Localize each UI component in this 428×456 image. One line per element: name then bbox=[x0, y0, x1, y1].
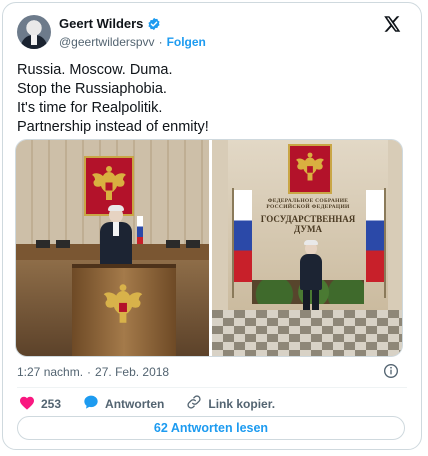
tweet-line: Russia. Moscow. Duma. bbox=[17, 62, 173, 78]
x-logo-icon[interactable] bbox=[384, 16, 401, 37]
handle-separator: · bbox=[158, 35, 163, 49]
russian-flag bbox=[366, 190, 384, 282]
divider bbox=[17, 387, 407, 388]
follow-button[interactable]: Folgen bbox=[167, 35, 206, 49]
action-bar: 253 Antworten Link kopier. bbox=[19, 394, 297, 413]
avatar[interactable] bbox=[17, 15, 51, 49]
tweet-date: 27. Feb. 2018 bbox=[95, 365, 170, 379]
sign-line: ГОСУДАРСТВЕННАЯ bbox=[260, 214, 356, 224]
duma-podium-photo[interactable] bbox=[16, 140, 209, 356]
double-headed-eagle-icon bbox=[296, 152, 324, 181]
red-banner bbox=[288, 144, 332, 194]
copy-link-label: Link kopier. bbox=[208, 396, 276, 411]
checkered-floor bbox=[212, 310, 402, 356]
person-hair bbox=[304, 240, 318, 245]
author-name-row: Geert Wilders bbox=[59, 16, 161, 31]
person-suit bbox=[300, 254, 322, 290]
speaker-shirt bbox=[113, 222, 119, 236]
monitor bbox=[166, 240, 180, 248]
verified-badge-icon bbox=[147, 17, 161, 31]
podium-eagle-icon bbox=[97, 282, 149, 334]
sign-line: ДУМА bbox=[294, 224, 322, 234]
monitor bbox=[36, 240, 50, 248]
author-display-name[interactable]: Geert Wilders bbox=[59, 16, 143, 31]
duma-lobby-photo[interactable]: ФЕДЕРАЛЬНОЕ СОБРАНИЕ РОССИЙСКОЙ ФЕДЕРАЦИ… bbox=[212, 140, 402, 356]
copy-link-button[interactable]: Link kopier. bbox=[186, 394, 275, 413]
column bbox=[388, 140, 402, 310]
sign-line: РОССИЙСКОЙ ФЕДЕРАЦИИ bbox=[266, 204, 350, 210]
reply-bubble-icon bbox=[83, 394, 99, 413]
tweet-line: Stop the Russiaphobia. bbox=[17, 81, 167, 97]
tweet-line: Partnership instead of enmity! bbox=[17, 119, 209, 135]
russian-flag bbox=[234, 190, 252, 282]
read-replies-button[interactable]: 62 Antworten lesen bbox=[17, 416, 405, 440]
tweet-line: It's time for Realpolitik. bbox=[17, 100, 163, 116]
flag-pole bbox=[384, 188, 386, 298]
tweet-card: Geert Wilders @geertwilderspvv · Folgen … bbox=[2, 2, 422, 450]
monitor bbox=[56, 240, 70, 248]
duma-sign: ФЕДЕРАЛЬНОЕ СОБРАНИЕ РОССИЙСКОЙ ФЕДЕРАЦИ… bbox=[242, 198, 374, 234]
tweet-media[interactable]: ФЕДЕРАЛЬНОЕ СОБРАНИЕ РОССИЙСКОЙ ФЕДЕРАЦИ… bbox=[15, 139, 403, 357]
column bbox=[212, 140, 228, 310]
author-handle-row: @geertwilderspvv · Folgen bbox=[59, 35, 206, 49]
timestamp-separator: · bbox=[87, 365, 92, 379]
info-icon[interactable] bbox=[383, 363, 399, 384]
reply-label: Antworten bbox=[105, 396, 165, 411]
heart-icon bbox=[19, 395, 35, 413]
author-handle[interactable]: @geertwilderspvv bbox=[59, 35, 155, 49]
like-button[interactable]: 253 bbox=[19, 395, 61, 413]
speaker-hair bbox=[108, 205, 124, 211]
tweet-timestamp[interactable]: 1:27 nachm. · 27. Feb. 2018 bbox=[17, 365, 169, 379]
avatar-collar bbox=[31, 35, 37, 45]
tweet-text: Russia. Moscow. Duma. Stop the Russiapho… bbox=[17, 61, 407, 137]
reply-button[interactable]: Antworten bbox=[83, 394, 164, 413]
like-count: 253 bbox=[41, 396, 62, 411]
link-icon bbox=[186, 394, 202, 413]
monitor bbox=[186, 240, 200, 248]
tweet-time: 1:27 nachm. bbox=[17, 365, 84, 379]
